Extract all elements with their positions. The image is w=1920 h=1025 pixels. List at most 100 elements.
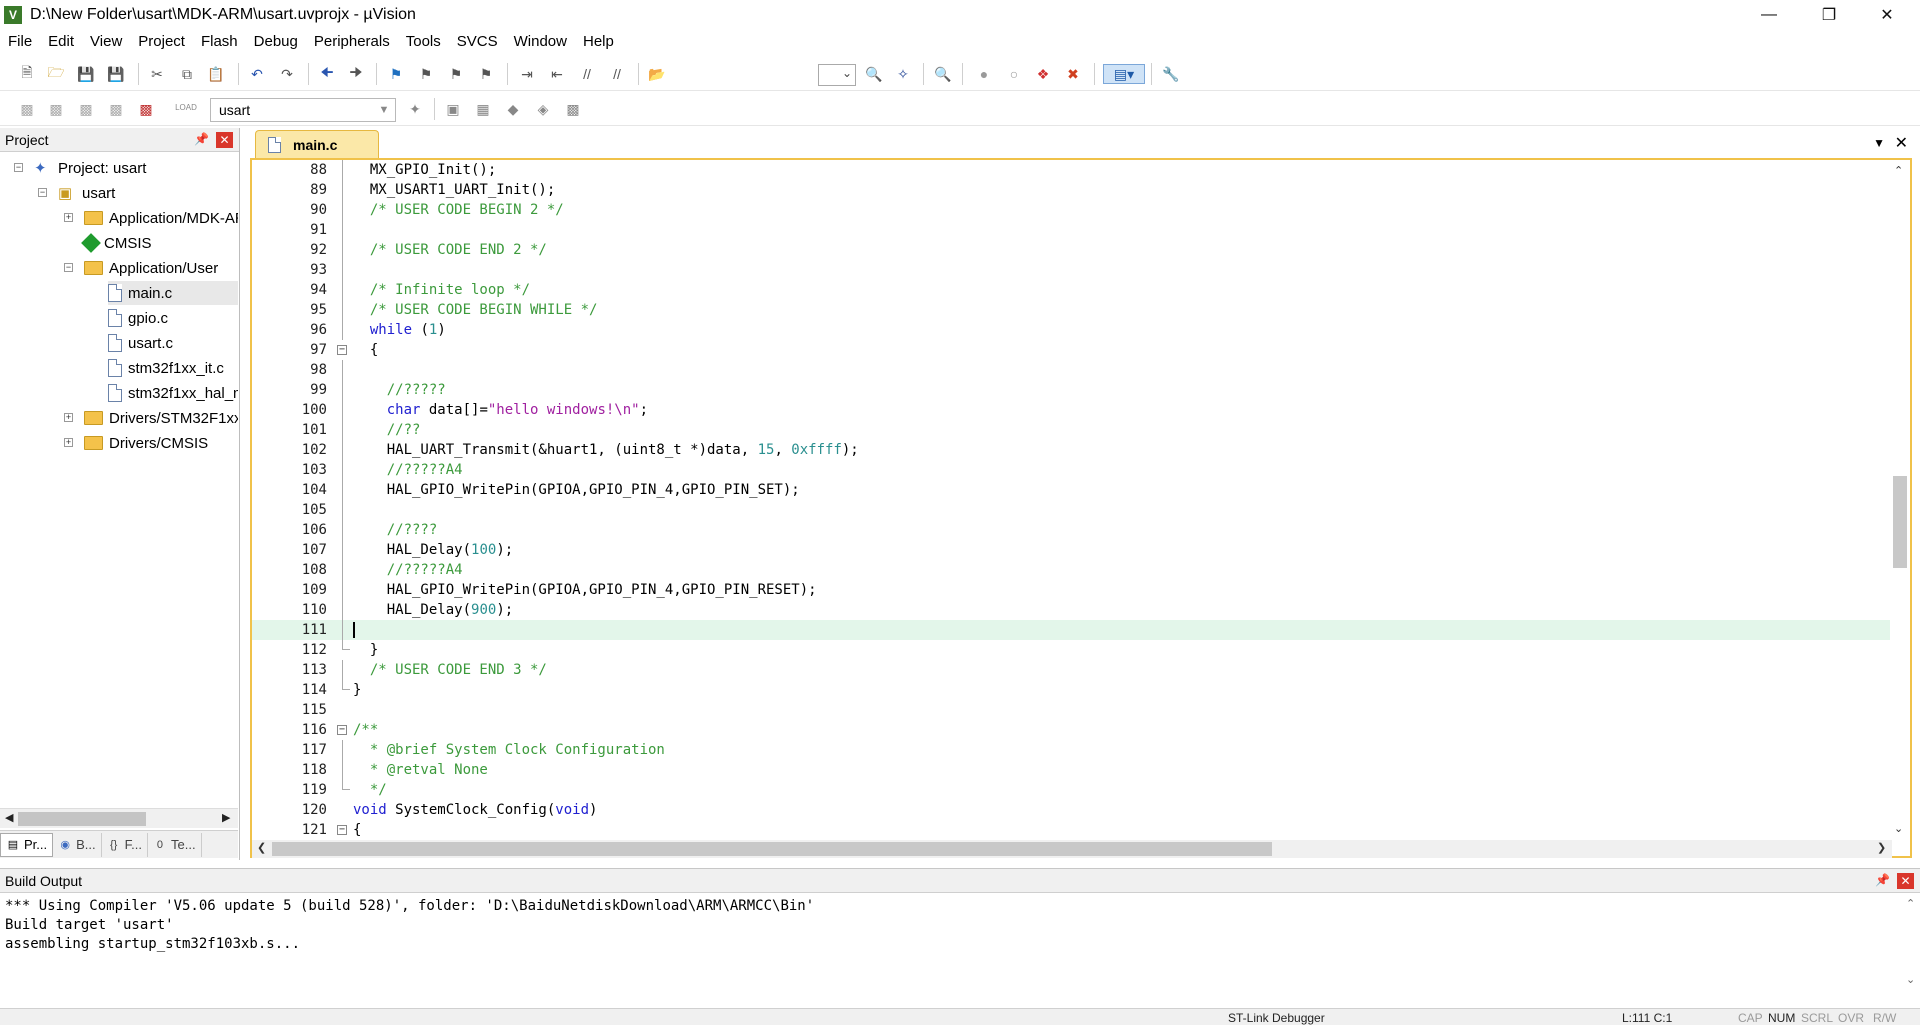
tree-item[interactable]: − ✦ Project: usart <box>14 156 146 180</box>
code-line[interactable]: 108 //?????A4 <box>252 560 1892 580</box>
translate-icon[interactable]: ▩ <box>17 99 37 119</box>
code-line[interactable]: 107 HAL_Delay(100); <box>252 540 1892 560</box>
menu-debug[interactable]: Debug <box>246 30 306 54</box>
code-line[interactable]: 90 /* USER CODE BEGIN 2 */ <box>252 200 1892 220</box>
pin-icon[interactable]: 📌 <box>1875 873 1890 887</box>
save-all-icon[interactable]: 💾 <box>106 64 126 84</box>
menu-peripherals[interactable]: Peripherals <box>306 30 398 54</box>
scroll-thumb[interactable] <box>18 812 146 826</box>
uncomment-icon[interactable]: // <box>607 64 627 84</box>
tab-project[interactable]: ▤ Pr... <box>0 832 54 857</box>
find-in-files-icon[interactable]: 📂 <box>647 64 667 84</box>
close-icon[interactable]: ✕ <box>216 132 233 148</box>
code-line[interactable]: 109 HAL_GPIO_WritePin(GPIOA,GPIO_PIN_4,G… <box>252 580 1892 600</box>
scroll-up-icon[interactable]: ⌃ <box>1894 164 1903 177</box>
editor-vscrollbar[interactable]: ⌃ ⌄ <box>1890 160 1910 840</box>
open-file-icon[interactable]: 🗁 <box>46 64 66 84</box>
find-icon[interactable]: 🔍 <box>864 64 884 84</box>
select-packs-icon[interactable]: ◆ <box>503 99 523 119</box>
scroll-thumb[interactable] <box>272 842 1272 856</box>
tree-item[interactable]: + Drivers/CMSIS <box>64 431 208 455</box>
fold-toggle-icon[interactable]: − <box>337 825 347 835</box>
scroll-thumb[interactable] <box>1893 476 1907 568</box>
tree-item[interactable]: + Drivers/STM32F1xx_HAL_Driver <box>64 406 238 430</box>
tree-item[interactable]: + Application/MDK-ARM <box>64 206 238 230</box>
tree-item[interactable]: − Application/User <box>64 256 218 280</box>
manage-components-icon[interactable]: ▣ <box>443 99 463 119</box>
navigate-forward-icon[interactable]: 🠊 <box>346 64 366 84</box>
code-line[interactable]: 114} <box>252 680 1892 700</box>
tree-item[interactable]: CMSIS <box>81 231 152 255</box>
code-line[interactable]: 104 HAL_GPIO_WritePin(GPIOA,GPIO_PIN_4,G… <box>252 480 1892 500</box>
expand-icon[interactable]: + <box>64 438 73 447</box>
code-line[interactable]: 95 /* USER CODE BEGIN WHILE */ <box>252 300 1892 320</box>
menu-file[interactable]: File <box>0 30 40 54</box>
code-line[interactable]: 97− { <box>252 340 1892 360</box>
menu-help[interactable]: Help <box>575 30 622 54</box>
code-line[interactable]: 112 } <box>252 640 1892 660</box>
code-line[interactable]: 116−/** <box>252 720 1892 740</box>
project-tree-hscrollbar[interactable]: ◀ ▶ <box>0 808 238 828</box>
scroll-left-icon[interactable]: ❮ <box>257 841 266 854</box>
code-line[interactable]: 88 MX_GPIO_Init(); <box>252 160 1892 180</box>
code-line[interactable]: 118 * @retval None <box>252 760 1892 780</box>
scroll-right-icon[interactable]: ❯ <box>1877 841 1886 854</box>
restore-button[interactable]: ❐ <box>1800 0 1858 30</box>
tree-item[interactable]: usart.c <box>108 331 173 355</box>
code-line[interactable]: 99 //????? <box>252 380 1892 400</box>
find-combo[interactable]: ⌄ <box>818 64 856 86</box>
debug-start-icon[interactable]: 🔍 <box>933 64 953 84</box>
close-window-button[interactable]: ✕ <box>1858 0 1916 30</box>
stop-build-icon[interactable]: ▩ <box>136 99 156 119</box>
bookmark-prev-icon[interactable]: ⚑ <box>416 64 436 84</box>
pack-installer-icon[interactable]: ▩ <box>563 99 583 119</box>
target-options-icon[interactable]: ✦ <box>405 99 425 119</box>
save-icon[interactable]: 💾 <box>76 64 96 84</box>
menu-svcs[interactable]: SVCS <box>449 30 506 54</box>
fold-toggle-icon[interactable]: − <box>337 725 347 735</box>
tree-item[interactable]: gpio.c <box>108 306 168 330</box>
window-layout-icon[interactable]: ▤▾ <box>1103 64 1145 84</box>
code-line[interactable]: 92 /* USER CODE END 2 */ <box>252 240 1892 260</box>
file-extensions-icon[interactable]: ▦ <box>473 99 493 119</box>
tree-item[interactable]: main.c <box>108 281 238 305</box>
code-line[interactable]: 110 HAL_Delay(900); <box>252 600 1892 620</box>
code-line[interactable]: 101 //?? <box>252 420 1892 440</box>
code-line[interactable]: 113 /* USER CODE END 3 */ <box>252 660 1892 680</box>
editor-hscrollbar[interactable]: ❮ ❯ <box>252 840 1892 858</box>
code-area[interactable]: 88 MX_GPIO_Init(); 89 MX_USART1_UART_Init… <box>252 160 1892 840</box>
menu-project[interactable]: Project <box>130 30 193 54</box>
new-file-icon[interactable]: 🗎 <box>17 64 37 84</box>
code-line[interactable]: 103 //?????A4 <box>252 460 1892 480</box>
code-line[interactable]: 120 void SystemClock_Config(void) <box>252 800 1892 820</box>
tree-item[interactable]: stm32f1xx_it.c <box>108 356 224 380</box>
paste-icon[interactable]: 📋 <box>206 64 226 84</box>
bookmark-toggle-icon[interactable]: ⚑ <box>386 64 406 84</box>
target-select[interactable]: usart ▼ <box>210 98 396 122</box>
code-line[interactable]: 115 <box>252 700 1892 720</box>
run-time-env-icon[interactable]: ◈ <box>533 99 553 119</box>
build-output-vscrollbar[interactable]: ⌃ ⌄ <box>1902 895 1920 1005</box>
build-icon[interactable]: ▩ <box>46 99 66 119</box>
tab-main-c[interactable]: main.c <box>255 130 379 158</box>
menu-window[interactable]: Window <box>506 30 575 54</box>
tree-item[interactable]: − ▣ usart <box>38 181 115 205</box>
configure-icon[interactable]: 🔧 <box>1161 64 1181 84</box>
code-line[interactable]: 96 while (1) <box>252 320 1892 340</box>
rebuild-icon[interactable]: ▩ <box>76 99 96 119</box>
navigate-back-icon[interactable]: 🠈 <box>317 64 337 84</box>
pin-icon[interactable]: 📌 <box>194 132 209 146</box>
comment-icon[interactable]: // <box>577 64 597 84</box>
code-line[interactable]: 117 * @brief System Clock Configuration <box>252 740 1892 760</box>
menu-tools[interactable]: Tools <box>398 30 449 54</box>
scroll-right-icon[interactable]: ▶ <box>222 811 230 824</box>
close-icon[interactable]: ✕ <box>1897 873 1914 889</box>
tree-item[interactable]: stm32f1xx_hal_msp.c <box>108 381 238 405</box>
collapse-icon[interactable]: − <box>38 188 47 197</box>
undo-icon[interactable]: ↶ <box>247 64 267 84</box>
copy-icon[interactable]: ⧉ <box>177 64 197 84</box>
incremental-find-icon[interactable]: ✧ <box>893 64 913 84</box>
tab-functions[interactable]: {} F... <box>102 832 148 857</box>
indent-icon[interactable]: ⇥ <box>517 64 537 84</box>
breakpoint-kill-all-icon[interactable]: ✖ <box>1063 64 1083 84</box>
